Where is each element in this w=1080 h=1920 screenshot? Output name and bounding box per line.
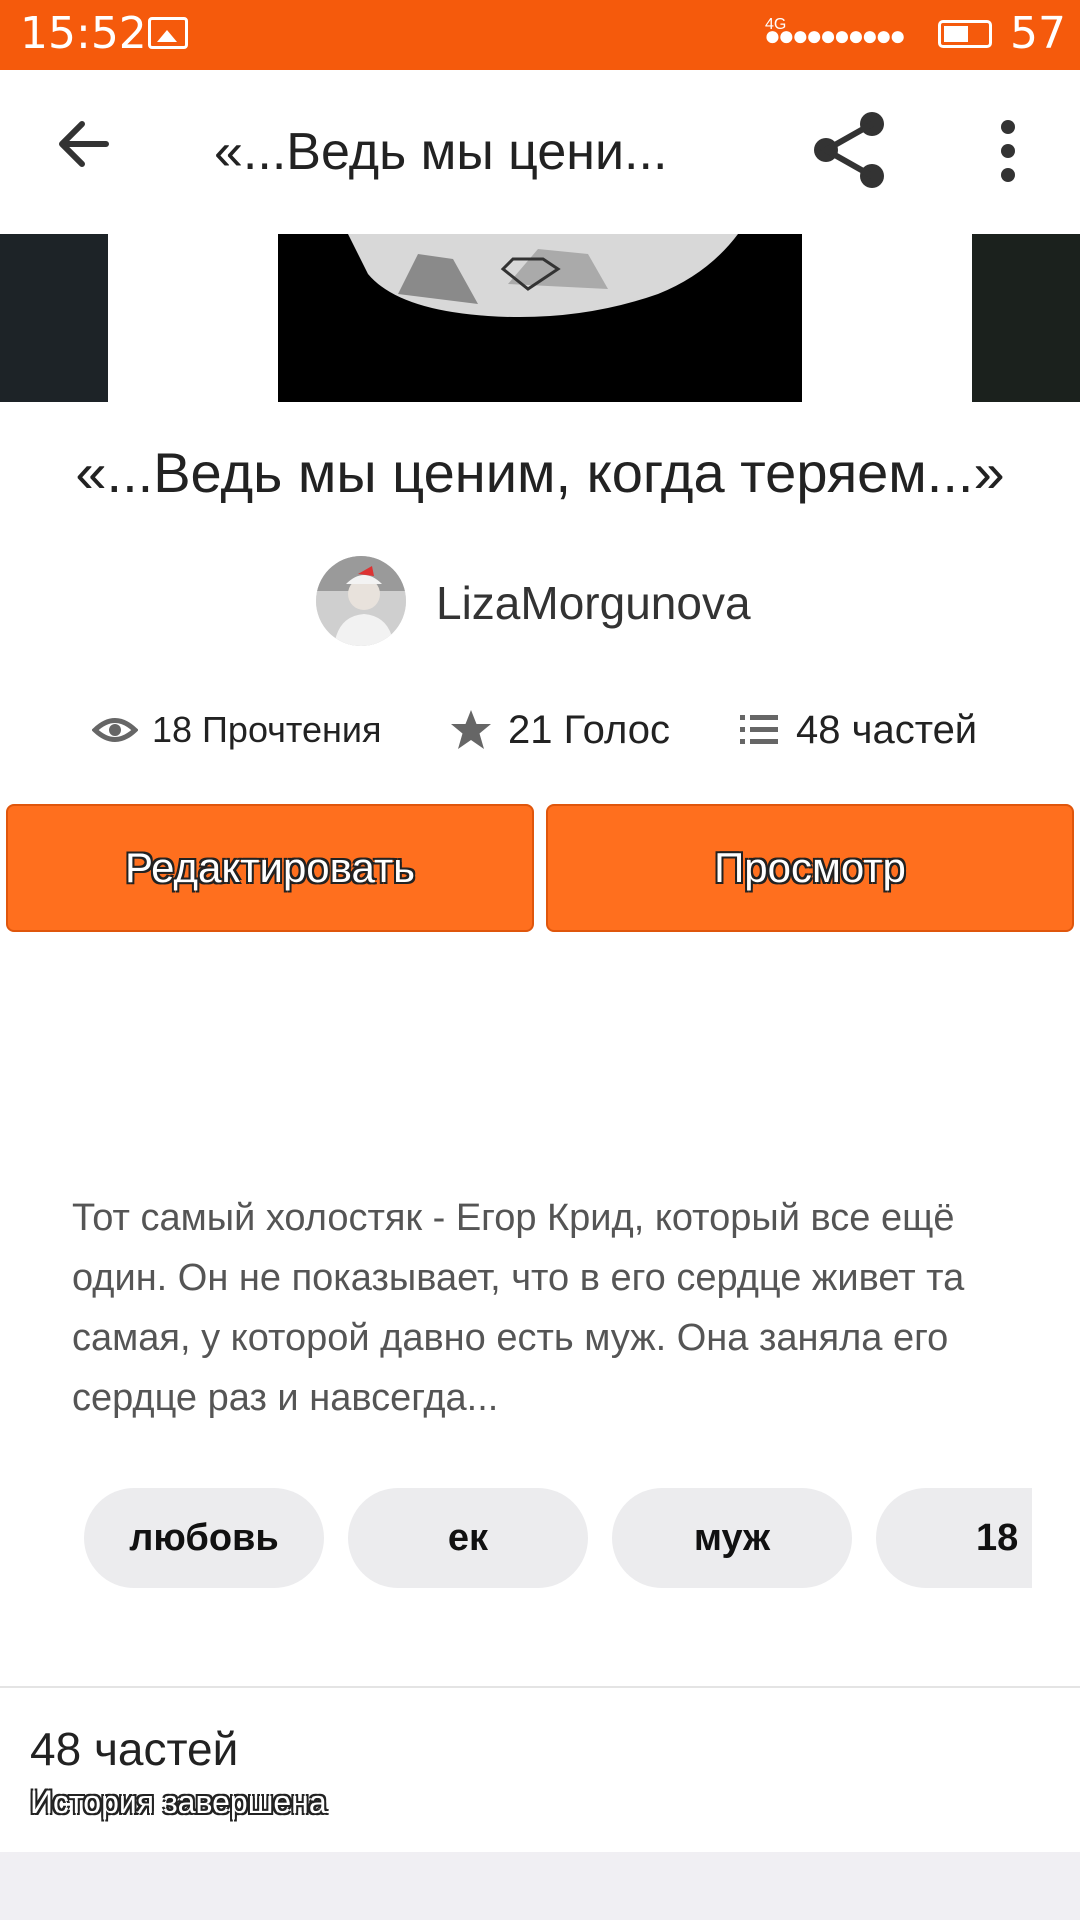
- story-title: «...Ведь мы ценим, когда теряем...»: [75, 441, 1005, 504]
- tag-chip[interactable]: 18: [876, 1488, 1032, 1588]
- story-cover[interactable]: [0, 234, 1080, 402]
- section-divider: [0, 1686, 1080, 1688]
- battery-icon: [938, 20, 992, 48]
- share-button[interactable]: [810, 110, 890, 190]
- battery-fill: [944, 26, 968, 42]
- preview-button[interactable]: Просмотр: [546, 804, 1074, 932]
- votes-count: 21 Голос: [508, 707, 670, 752]
- cover-left-edge: [0, 234, 108, 402]
- parts-count-stat: 48 частей: [796, 707, 978, 752]
- avatar[interactable]: [316, 556, 406, 646]
- author-name[interactable]: LizaMorgunova: [436, 576, 751, 630]
- status-bar: 15:52 4G ●●●●●●●●●● 57: [0, 0, 1080, 70]
- app-toolbar: «...Ведь мы цени...: [0, 70, 1080, 234]
- reads-stat: 18 Прочтения: [92, 700, 382, 760]
- back-button[interactable]: [54, 114, 114, 174]
- list-icon: [740, 715, 778, 744]
- bottom-panel: [0, 1852, 1080, 1920]
- more-vert-icon: [1001, 120, 1015, 182]
- star-icon: [451, 710, 491, 749]
- story-description: Тот самый холостяк - Егор Крид, который …: [72, 1197, 965, 1419]
- cover-artwork: [348, 234, 738, 318]
- cover-image: [278, 234, 802, 402]
- eye-icon: [92, 718, 138, 742]
- more-options-button[interactable]: [988, 118, 1028, 184]
- cover-right-edge: [972, 234, 1080, 402]
- reads-count: 18 Прочтения: [152, 709, 382, 750]
- story-status: История завершена: [30, 1784, 327, 1820]
- parts-count[interactable]: 48 частей: [30, 1722, 238, 1776]
- arrow-left-icon: [59, 121, 109, 167]
- edit-button[interactable]: Редактировать: [6, 804, 534, 932]
- status-time: 15:52: [20, 8, 147, 59]
- tag-chip[interactable]: муж: [612, 1488, 852, 1588]
- tag-chip[interactable]: ек: [348, 1488, 588, 1588]
- share-icon: [814, 112, 884, 188]
- signal-strength-icon: ●●●●●●●●●●: [764, 20, 906, 51]
- battery-percent: 57: [1010, 8, 1066, 59]
- parts-stat: 48 частей: [736, 700, 977, 760]
- votes-stat: 21 Голос: [448, 700, 670, 760]
- avatar-image: [316, 556, 406, 646]
- story-stats: 18 Прочтения 21 Голос 48 частей: [0, 700, 1080, 760]
- gallery-notification-icon: [148, 17, 188, 49]
- tag-chip[interactable]: любовь: [84, 1488, 324, 1588]
- tag-list: любовь ек муж 18: [84, 1488, 1032, 1590]
- toolbar-title: «...Ведь мы цени...: [214, 123, 668, 181]
